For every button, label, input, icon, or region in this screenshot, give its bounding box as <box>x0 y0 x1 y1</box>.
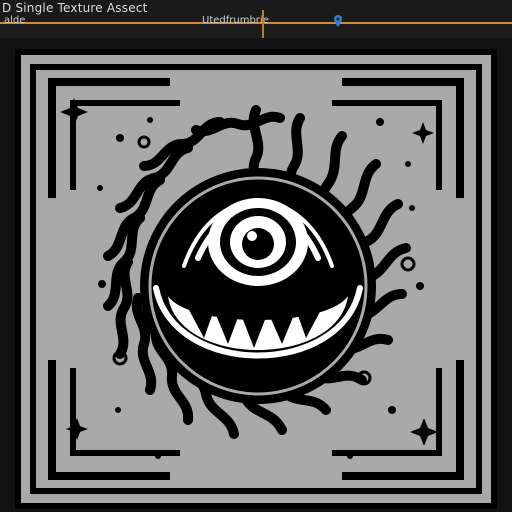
toolbar-left-label[interactable]: alde <box>4 15 25 26</box>
toolbar-separator <box>262 10 264 38</box>
toolbar-center-label[interactable]: Utedfrumbrie <box>202 15 269 26</box>
texture-canvas <box>0 38 512 512</box>
texture-viewport[interactable] <box>0 38 512 512</box>
eye-icon <box>140 168 376 404</box>
toolbar: alde Utedfrumbrie <box>0 10 512 38</box>
